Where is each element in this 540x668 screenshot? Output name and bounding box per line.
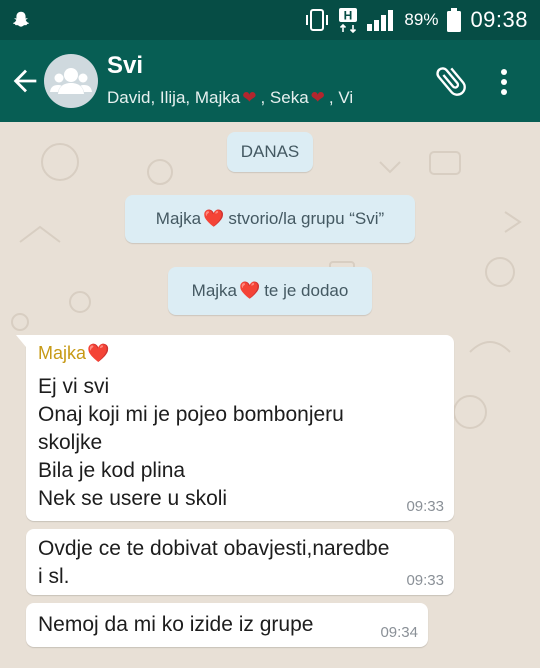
sender-label: Majka	[38, 343, 87, 363]
message-time: 09:34	[380, 624, 418, 641]
message-text: Ovdje ce te dobivat obavjesti,naredbe i …	[38, 535, 448, 591]
snapchat-icon	[13, 11, 29, 27]
system-text: stvorio/la grupu “Svi”	[228, 209, 385, 228]
heart-icon: ❤️	[239, 281, 261, 300]
heart-icon: ❤️	[87, 343, 110, 363]
group-members[interactable]: David, Ilija, Majka ❤, Seka ❤, Vi	[107, 88, 353, 108]
system-actor: Majka	[155, 209, 202, 228]
member-names: David, Ilija, Majka	[107, 88, 241, 107]
arrow-back-icon[interactable]	[8, 64, 42, 98]
network-h-icon: H	[339, 8, 358, 33]
group-avatar-icon[interactable]	[44, 54, 98, 108]
message-line: skoljke	[38, 431, 103, 454]
vibrate-icon	[306, 9, 329, 31]
date-chip: DANAS	[227, 132, 313, 172]
message-text: Nemoj da mi ko izide iz grupe	[38, 611, 378, 639]
incoming-message[interactable]: Majka❤️ Ej vi svi Onaj koji mi je pojeo …	[16, 335, 454, 521]
sender-name: Majka❤️	[38, 343, 113, 364]
message-line: Onaj koji mi je pojeo bombonjeru	[38, 403, 344, 426]
more-vert-icon[interactable]	[492, 64, 516, 100]
message-line: Nemoj da mi ko izide iz grupe	[38, 613, 314, 636]
chat-area[interactable]: DANAS Majka ❤️ stvorio/la grupu “Svi” Majk…	[0, 122, 540, 668]
status-bar: H 89% 09:38	[0, 0, 540, 40]
message-time: 09:33	[406, 498, 444, 515]
incoming-message[interactable]: Nemoj da mi ko izide iz grupe 09:34	[26, 603, 428, 647]
chat-title[interactable]: Svi	[107, 52, 143, 80]
message-time: 09:33	[406, 572, 444, 589]
system-message: Majka ❤️ stvorio/la grupu “Svi”	[125, 195, 415, 243]
member-names: , Seka	[260, 88, 309, 107]
message-line: Ej vi svi	[38, 375, 110, 398]
battery-icon	[447, 8, 462, 32]
heart-icon: ❤	[310, 88, 325, 107]
message-line: i sl.	[38, 565, 70, 588]
member-names: , Vi	[328, 88, 354, 107]
signal-icon	[367, 10, 394, 31]
system-text: te je dodao	[264, 281, 349, 300]
paperclip-icon[interactable]	[432, 62, 470, 100]
message-line: Bila je kod plina	[38, 459, 186, 482]
incoming-message[interactable]: Ovdje ce te dobivat obavjesti,naredbe i …	[26, 529, 454, 595]
system-message: Majka ❤️ te je dodao	[168, 267, 372, 315]
heart-icon: ❤	[242, 88, 257, 107]
chat-header: Svi David, Ilija, Majka ❤, Seka ❤, Vi	[0, 40, 540, 122]
heart-icon: ❤️	[203, 209, 225, 228]
message-line: Ovdje ce te dobivat obavjesti,naredbe	[38, 537, 390, 560]
clock: 09:38	[470, 7, 528, 32]
battery-percent: 89%	[404, 10, 439, 29]
message-line: Nek se usere u skoli	[38, 487, 228, 510]
system-actor: Majka	[191, 281, 238, 300]
message-text: Ej vi svi Onaj koji mi je pojeo bombonje…	[38, 373, 398, 513]
svg-text:H: H	[344, 9, 353, 23]
